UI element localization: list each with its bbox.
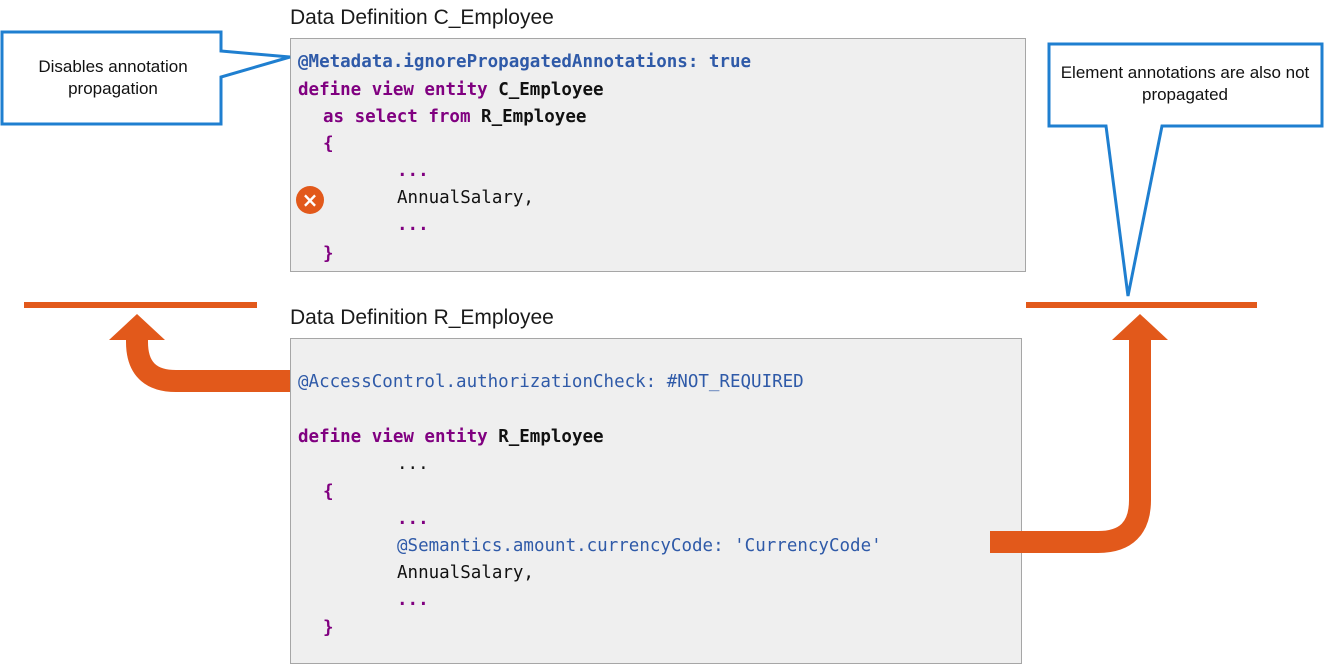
left-orange-line (24, 302, 257, 308)
right-callout-text: Element annotations are also not propaga… (1060, 63, 1310, 104)
right-orange-line (1026, 302, 1257, 308)
left-arrow-head (109, 314, 165, 340)
left-callout-text: Disables annotation propagation (38, 57, 188, 98)
right-arrow-head (1112, 314, 1168, 340)
right-propagation-arrow (990, 338, 1151, 553)
left-propagation-arrow (126, 338, 290, 392)
